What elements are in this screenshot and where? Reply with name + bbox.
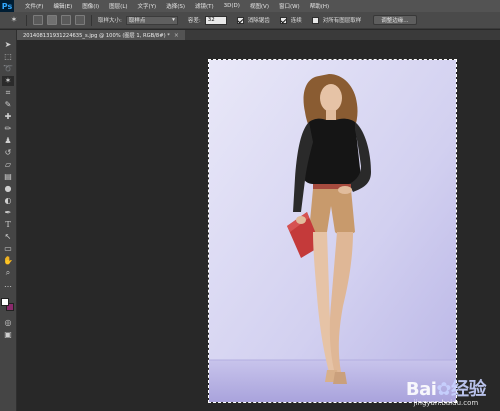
paw-icon: ✿ [436,379,451,400]
zoom-tool-icon[interactable]: ⌕ [2,268,14,278]
gradient-tool-icon[interactable]: ▤ [2,172,14,182]
crop-tool-icon[interactable]: ⌗ [2,88,14,98]
menu-image[interactable]: 图像(I) [77,2,104,10]
close-icon[interactable]: × [174,32,179,39]
photoshop-logo: Ps [0,0,14,12]
watermark-logo-left: Bai [405,379,437,400]
screen-mode-icon[interactable]: ▣ [2,330,14,340]
magic-wand-tool-icon[interactable]: ✶ [2,76,14,86]
divider [26,14,27,26]
canvas-area[interactable]: Bai✿经验 jingyan.baidu.com [17,40,500,411]
path-selection-tool-icon[interactable]: ↖ [2,232,14,242]
menu-view[interactable]: 视图(V) [245,2,274,10]
type-tool-icon[interactable]: T [2,220,14,230]
add-to-selection-icon[interactable] [47,15,57,25]
document-tab-bar: 201408131931224635_s.jpg @ 100% (图层 1, R… [17,30,500,40]
magic-wand-preset-icon[interactable]: ✶ [8,15,20,25]
sample-size-value: 取样点 [128,18,146,24]
options-bar: ✶ 取样大小: 取样点 ▾ 容差: 32 消除锯齿 连续 对所有图层取样 调整边… [0,12,500,29]
antialias-checkbox[interactable] [236,16,244,24]
tolerance-input[interactable]: 32 [204,15,227,25]
tools-panel: ➤ ⬚ ➰ ✶ ⌗ ✎ ✚ ✏ ♟ ↺ ▱ ▤ ● ◐ ✒ T ↖ ▭ ✋ ⌕ … [0,30,17,411]
watermark-url: jingyan.baidu.com [413,399,479,407]
eyedropper-tool-icon[interactable]: ✎ [2,100,14,110]
antialias-label: 消除锯齿 [247,18,270,24]
document-tab[interactable]: 201408131931224635_s.jpg @ 100% (图层 1, R… [17,30,185,40]
eraser-tool-icon[interactable]: ▱ [2,160,14,170]
foreground-color-swatch[interactable] [1,298,9,306]
quick-mask-icon[interactable]: ◎ [2,318,14,328]
marquee-tool-icon[interactable]: ⬚ [2,52,14,62]
document-tab-title: 201408131931224635_s.jpg @ 100% (图层 1, R… [23,32,170,39]
move-tool-icon[interactable]: ➤ [2,40,14,50]
subtract-from-selection-icon[interactable] [61,15,71,25]
menu-filter[interactable]: 滤镜(T) [190,2,219,10]
shape-tool-icon[interactable]: ▭ [2,244,14,254]
hand-tool-icon[interactable]: ✋ [2,256,14,266]
clone-stamp-tool-icon[interactable]: ♟ [2,136,14,146]
chevron-down-icon: ▾ [172,17,175,23]
contiguous-label: 连续 [290,18,302,24]
sample-size-label: 取样大小: [98,18,122,24]
refine-edge-button[interactable]: 调整边缘... [373,15,417,25]
tolerance-label: 容差: [187,18,201,24]
menu-3d[interactable]: 3D(D) [219,3,245,9]
menu-bar: Ps 文件(F) 编辑(E) 图像(I) 图层(L) 文字(Y) 选择(S) 滤… [0,0,500,12]
watermark-logo: Bai✿经验 [405,375,487,401]
healing-brush-tool-icon[interactable]: ✚ [2,112,14,122]
menu-select[interactable]: 选择(S) [161,2,190,10]
sample-all-layers-checkbox[interactable] [311,16,319,24]
dodge-tool-icon[interactable]: ◐ [2,196,14,206]
menu-layer[interactable]: 图层(L) [104,2,132,10]
watermark: Bai✿经验 jingyan.baidu.com [405,375,487,407]
document-image[interactable] [208,59,457,403]
divider [91,14,92,26]
more-tools-icon[interactable]: … [2,280,14,290]
sample-all-layers-label: 对所有图层取样 [322,18,362,24]
brush-tool-icon[interactable]: ✏ [2,124,14,134]
pen-tool-icon[interactable]: ✒ [2,208,14,218]
history-brush-tool-icon[interactable]: ↺ [2,148,14,158]
sample-size-select[interactable]: 取样点 ▾ [125,15,178,25]
menu-file[interactable]: 文件(F) [20,2,48,10]
intersect-selection-icon[interactable] [75,15,85,25]
lasso-tool-icon[interactable]: ➰ [2,64,14,74]
blur-tool-icon[interactable]: ● [2,184,14,194]
menu-window[interactable]: 窗口(W) [274,2,305,10]
fashion-model-photo [209,60,456,402]
watermark-logo-right: 经验 [451,379,487,400]
contiguous-checkbox[interactable] [279,16,287,24]
menu-help[interactable]: 帮助(H) [305,2,334,10]
color-swatches[interactable] [1,298,15,312]
menu-type[interactable]: 文字(Y) [133,2,162,10]
menu-edit[interactable]: 编辑(E) [48,2,77,10]
new-selection-icon[interactable] [33,15,43,25]
